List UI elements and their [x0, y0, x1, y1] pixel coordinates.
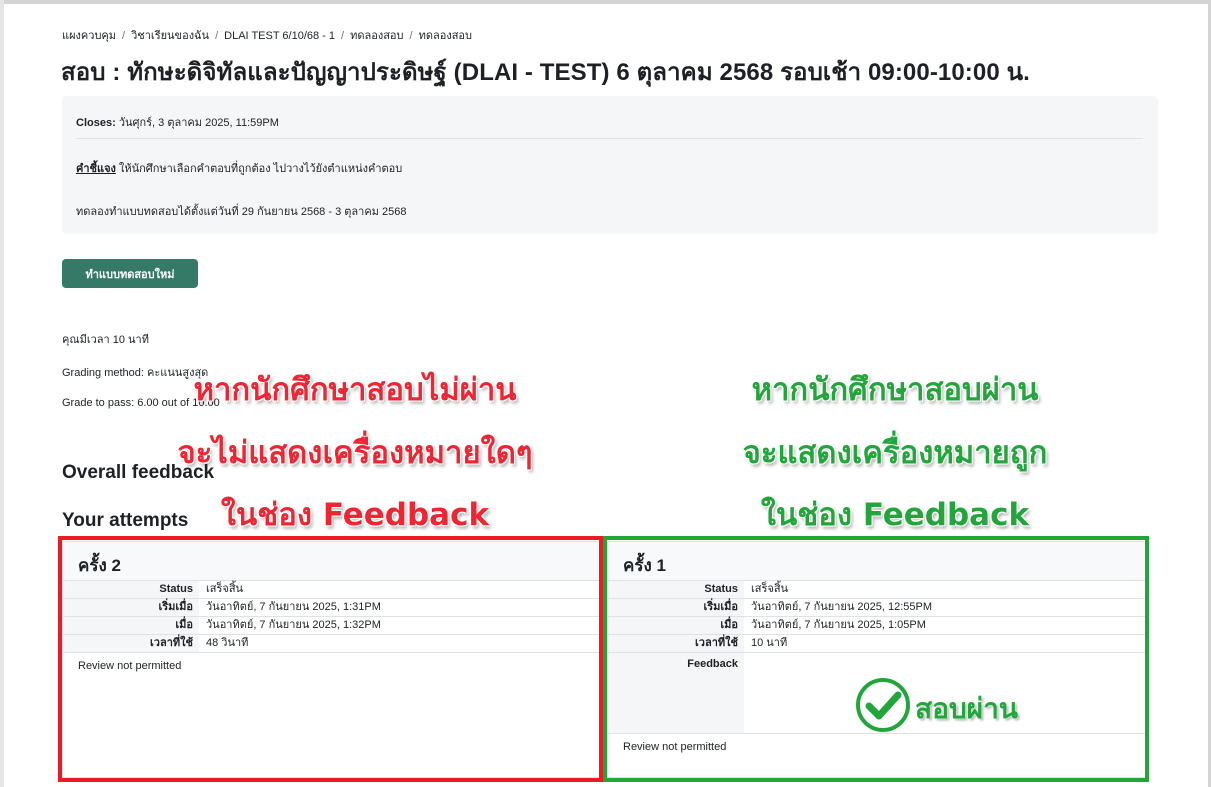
breadcrumb-course[interactable]: DLAI TEST 6/10/68 - 1 — [224, 30, 335, 42]
instructions-label: คำชี้แจง — [76, 163, 116, 175]
duration-value: 10 นาที — [751, 637, 788, 649]
attempt-row-status: Status เสร็จสิ้น — [608, 581, 1146, 599]
row-label: Status — [63, 581, 199, 598]
attempt-row-status: Status เสร็จสิ้น — [63, 581, 599, 599]
breadcrumb: แผงควบคุม / วิชาเรียนของฉัน / DLAI TEST 6/10… — [62, 26, 472, 44]
grading-method: Grading method: คะแนนสูงสุด — [62, 367, 209, 379]
breadcrumb-separator: / — [215, 30, 219, 42]
review-status: Review not permitted — [78, 660, 182, 672]
started-value: วันอาทิตย์, 7 กันยายน 2025, 12:55PM — [751, 601, 933, 613]
completed-value: วันอาทิตย์, 7 กันยายน 2025, 1:05PM — [751, 619, 926, 631]
fail-annotation-line-2: จะไม่แสดงเครื่องหมายใดๆ — [177, 434, 534, 472]
breadcrumb-section[interactable]: ทดลองสอบ — [350, 30, 403, 42]
row-label: เวลาที่ใช้ — [63, 635, 199, 652]
your-attempts-heading: Your attempts — [62, 510, 189, 531]
attempt-card-1: ครั้ง 1 Status เสร็จสิ้น เริ่มเมื่อ วันอ… — [607, 541, 1147, 778]
page-title: สอบ : ทักษะดิจิทัลและปัญญาประดิษฐ์ (DLAI… — [61, 59, 1030, 86]
status-value: เสร็จสิ้น — [206, 583, 244, 595]
window-left-border — [0, 0, 4, 787]
pass-annotation-line-1: หากนักศึกษาสอบผ่าน — [751, 371, 1039, 409]
attempt-card-2: ครั้ง 2 Status เสร็จสิ้น เริ่มเมื่อ วันอ… — [62, 541, 600, 778]
quiz-instructions: คำชี้แจง ให้นักศึกษาเลือกคำตอบที่ถูกต้อง… — [76, 159, 402, 177]
attempt-row-completed: เมื่อ วันอาทิตย์, 7 กันยายน 2025, 1:05PM — [608, 617, 1146, 635]
row-label: เมื่อ — [608, 617, 744, 634]
breadcrumb-quiz[interactable]: ทดลองสอบ — [419, 30, 472, 42]
attempt-title: ครั้ง 2 — [78, 556, 121, 575]
attempt-row-started: เริ่มเมื่อ วันอาทิตย์, 7 กันยายน 2025, 1… — [608, 599, 1146, 617]
pass-annotation-line-3: ในช่อง Feedback — [760, 496, 1030, 534]
row-label: Feedback — [608, 653, 744, 733]
closes-label: Closes: — [76, 117, 116, 129]
divider — [76, 138, 1143, 139]
closes-value: วันศุกร์, 3 ตุลาคม 2025, 11:59PM — [118, 117, 279, 129]
attempt-title: ครั้ง 1 — [623, 556, 666, 575]
row-label: เริ่มเมื่อ — [608, 599, 744, 616]
breadcrumb-separator: / — [341, 30, 345, 42]
pass-annotation-line-2: จะแสดงเครื่องหมายถูก — [742, 434, 1048, 472]
pass-stamp-label: สอบผ่าน — [915, 692, 1018, 725]
quiz-info-box: Closes: วันศุกร์, 3 ตุลาคม 2025, 11:59PM… — [62, 96, 1158, 234]
started-value: วันอาทิตย์, 7 กันยายน 2025, 1:31PM — [206, 601, 381, 613]
attempt-row-duration: เวลาที่ใช้ 48 วินาที — [63, 635, 599, 653]
time-limit: คุณมีเวลา 10 นาที — [62, 334, 149, 346]
row-label: Status — [608, 581, 744, 598]
row-label: เมื่อ — [63, 617, 199, 634]
breadcrumb-dashboard[interactable]: แผงควบคุม — [62, 30, 116, 42]
fail-annotation-line-3: ในช่อง Feedback — [220, 496, 490, 534]
row-label: เวลาที่ใช้ — [608, 635, 744, 652]
row-label: เริ่มเมื่อ — [63, 599, 199, 616]
breadcrumb-my-courses[interactable]: วิชาเรียนของฉัน — [131, 30, 209, 42]
review-status: Review not permitted — [623, 741, 727, 753]
completed-value: วันอาทิตย์, 7 กันยายน 2025, 1:32PM — [206, 619, 381, 631]
breadcrumb-separator: / — [122, 30, 126, 42]
attempt-card-header: ครั้ง 1 — [608, 542, 1146, 581]
window-top-border — [0, 0, 1211, 4]
status-value: เสร็จสิ้น — [751, 583, 789, 595]
attempt-card-header: ครั้ง 2 — [63, 542, 599, 581]
fail-annotation-line-1: หากนักศึกษาสอบไม่ผ่าน — [193, 371, 517, 409]
quiz-period: ทดลองทำแบบทดสอบได้ตั้งแต่วันที่ 29 กันยา… — [76, 206, 407, 218]
duration-value: 48 วินาที — [206, 637, 249, 649]
breadcrumb-separator: / — [409, 30, 413, 42]
quiz-close-date: Closes: วันศุกร์, 3 ตุลาคม 2025, 11:59PM — [76, 113, 279, 131]
attempt-row-started: เริ่มเมื่อ วันอาทิตย์, 7 กันยายน 2025, 1… — [63, 599, 599, 617]
attempt-row-completed: เมื่อ วันอาทิตย์, 7 กันยายน 2025, 1:32PM — [63, 617, 599, 635]
reattempt-quiz-button[interactable]: ทำแบบทดสอบใหม่ — [62, 259, 198, 288]
check-circle-icon — [856, 678, 910, 732]
attempt-row-duration: เวลาที่ใช้ 10 นาที — [608, 635, 1146, 653]
instructions-text: ให้นักศึกษาเลือกคำตอบที่ถูกต้อง ไปวางไว้… — [118, 163, 403, 175]
